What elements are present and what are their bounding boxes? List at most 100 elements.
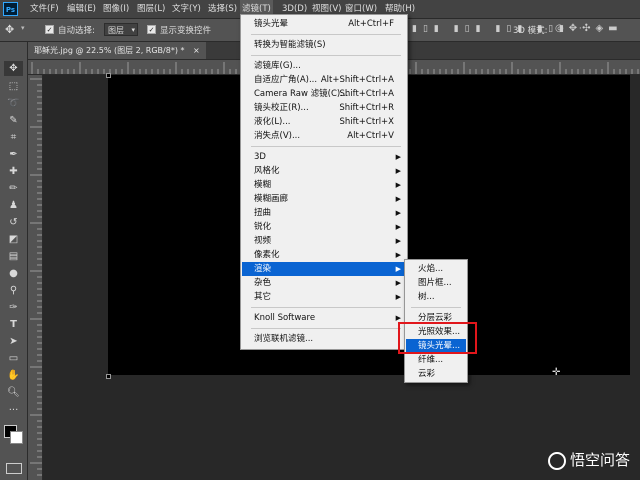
watermark: 悟空问答 (547, 449, 630, 470)
render-submenu: 火焰... 图片框... 树... 分层云彩 光照效果... 镜头光晕... 纤维... 云彩 (404, 259, 468, 383)
annotation-highlight-box (398, 322, 477, 354)
show-transform-checkbox[interactable]: ✓ (147, 25, 156, 34)
gradient-tool-icon[interactable]: ▤ (4, 249, 23, 264)
filter-menu-item[interactable]: 渲染 ▶ (242, 262, 406, 276)
path-select-tool-icon[interactable]: ➤ (4, 334, 23, 349)
filter-menu-item[interactable]: 风格化 ▶ (242, 164, 406, 178)
show-transform-label: 显示变换控件 (160, 26, 212, 36)
auto-select-checkbox[interactable]: ✓ (45, 25, 54, 34)
menu-separator (251, 328, 401, 329)
menu-separator (251, 34, 401, 35)
render-submenu-item[interactable]: 树... (406, 290, 466, 304)
filter-menu-item-label: 滤镜库(G)... (254, 61, 301, 71)
chevron-down-icon[interactable]: ▾ (21, 24, 25, 32)
ruler-vertical (28, 75, 43, 480)
clone-stamp-tool-icon[interactable]: ♟ (4, 198, 23, 213)
filter-menu-item[interactable]: Camera Raw 滤镜(C)... Shift+Ctrl+A (242, 87, 406, 101)
crop-tool-icon[interactable]: ⌗ (4, 130, 23, 145)
filter-menu-item-label: 3D (254, 152, 266, 162)
filter-menu-item[interactable]: 像素化 ▶ (242, 248, 406, 262)
render-submenu-item[interactable]: 图片框... (406, 276, 466, 290)
filter-menu-item[interactable]: 视频 ▶ (242, 234, 406, 248)
eyedropper-tool-icon[interactable]: ✒ (4, 147, 23, 162)
submenu-arrow-icon: ▶ (395, 181, 401, 189)
submenu-arrow-icon: ▶ (395, 251, 401, 259)
document-tab-title: 耶稣光.jpg @ 22.5% (图层 2, RGB/8*) * (34, 46, 185, 55)
render-submenu-item[interactable]: 火焰... (406, 262, 466, 276)
quick-select-tool-icon[interactable]: ✎ (4, 113, 23, 128)
filter-menu-item[interactable]: 模糊 ▶ (242, 178, 406, 192)
speech-bubble-icon (547, 451, 566, 470)
render-submenu-item-label: 树... (418, 292, 435, 302)
filter-menu-item[interactable]: 其它 ▶ (242, 290, 406, 304)
zoom-tool-icon[interactable]: 🔍︎ (4, 385, 23, 400)
background-color-swatch[interactable] (10, 431, 23, 444)
transform-handle[interactable] (106, 73, 111, 78)
filter-menu-item[interactable]: 锐化 ▶ (242, 220, 406, 234)
filter-menu-item[interactable]: 转换为智能滤镜(S) (242, 38, 406, 52)
filter-menu-item-label: 杂色 (254, 278, 272, 288)
shortcut-text: Shift+Ctrl+A (339, 89, 394, 99)
filter-menu-item[interactable]: 消失点(V)... Alt+Ctrl+V (242, 129, 406, 143)
brush-tool-icon[interactable]: ✏ (4, 181, 23, 196)
photoshop-logo-icon: Ps (3, 2, 18, 16)
filter-menu-item-label: 消失点(V)... (254, 131, 301, 141)
shortcut-text: Alt+Ctrl+V (347, 131, 394, 141)
filter-menu-item[interactable]: 杂色 ▶ (242, 276, 406, 290)
filter-menu-item[interactable]: 扭曲 ▶ (242, 206, 406, 220)
filter-menu-item-label: 渲染 (254, 264, 272, 274)
lasso-tool-icon[interactable]: ➰ (4, 96, 23, 111)
filter-menu-item[interactable]: 镜头光晕 Alt+Ctrl+F (242, 17, 406, 31)
filter-menu-item[interactable]: 自适应广角(A)... Alt+Shift+Ctrl+A (242, 73, 406, 87)
render-submenu-item[interactable]: 云彩 (406, 367, 466, 381)
render-submenu-item-label: 云彩 (418, 369, 436, 379)
3d-mode-icons[interactable]: ◎✥✣◈▬ (555, 23, 623, 34)
dodge-tool-icon[interactable]: ⚲ (4, 283, 23, 298)
transform-handle[interactable] (106, 374, 111, 379)
document-tab[interactable]: 耶稣光.jpg @ 22.5% (图层 2, RGB/8*) * × (28, 42, 206, 59)
blur-tool-icon[interactable]: ● (4, 266, 23, 281)
filter-menu-item[interactable]: Knoll Software ▶ (242, 311, 406, 325)
filter-menu-item-label: 锐化 (254, 222, 272, 232)
3d-mode-label: 3D 模式: (513, 26, 548, 36)
marquee-tool-icon[interactable]: ⬚ (4, 79, 23, 94)
menu-separator (251, 307, 401, 308)
filter-menu-item-label: 模糊 (254, 180, 272, 190)
close-tab-icon[interactable]: × (193, 46, 200, 55)
menu-item[interactable]: 选择(S) (206, 0, 239, 18)
filter-menu-item[interactable]: 镜头校正(R)... Shift+Ctrl+R (242, 101, 406, 115)
crosshair-icon: ✛ (552, 367, 561, 378)
shortcut-text: Alt+Ctrl+F (348, 19, 394, 29)
rectangle-tool-icon[interactable]: ▭ (4, 351, 23, 366)
hand-tool-icon[interactable]: ✋ (4, 368, 23, 383)
filter-menu-item-label: 镜头光晕 (254, 19, 289, 29)
menu-item[interactable]: 图像(I) (101, 0, 131, 18)
submenu-arrow-icon: ▶ (395, 209, 401, 217)
menu-item[interactable]: 编辑(E) (65, 0, 98, 18)
menu-item[interactable]: 图层(L) (135, 0, 167, 18)
auto-select-dropdown[interactable]: 图层 ▾ (104, 23, 138, 36)
filter-menu-item-label: 转换为智能滤镜(S) (254, 40, 326, 50)
type-tool-icon[interactable]: T (4, 317, 23, 332)
filter-menu-item-label: 自适应广角(A)... (254, 75, 318, 85)
filter-menu-item[interactable]: 模糊画廊 ▶ (242, 192, 406, 206)
filter-menu-item[interactable]: 3D ▶ (242, 150, 406, 164)
filter-menu-item[interactable]: 滤镜库(G)... (242, 59, 406, 73)
menu-item[interactable]: 文件(F) (28, 0, 61, 18)
eraser-tool-icon[interactable]: ◩ (4, 232, 23, 247)
shortcut-text: Alt+Shift+Ctrl+A (320, 75, 394, 85)
render-submenu-item[interactable]: 纤维... (406, 353, 466, 367)
menu-separator (251, 146, 401, 147)
history-brush-tool-icon[interactable]: ↺ (4, 215, 23, 230)
filter-menu-item[interactable]: 液化(L)... Shift+Ctrl+X (242, 115, 406, 129)
submenu-arrow-icon: ▶ (395, 265, 401, 273)
filter-menu-item[interactable]: 浏览联机滤镜... (242, 332, 406, 346)
healing-brush-tool-icon[interactable]: ✚ (4, 164, 23, 179)
quick-mask-icon[interactable] (6, 463, 22, 474)
toolbox: ✥ ⬚ ➰ ✎ ⌗ ✒ ✚ ✏ ♟ ↺ ◩ ▤ ● ⚲ ✑ T ➤ ▭ ✋ 🔍︎… (0, 42, 28, 480)
submenu-arrow-icon: ▶ (395, 223, 401, 231)
move-tool-icon[interactable]: ✥ (4, 61, 23, 76)
menu-item[interactable]: 文字(Y) (170, 0, 203, 18)
pen-tool-icon[interactable]: ✑ (4, 300, 23, 315)
more-tools-icon[interactable]: ··· (4, 403, 23, 418)
